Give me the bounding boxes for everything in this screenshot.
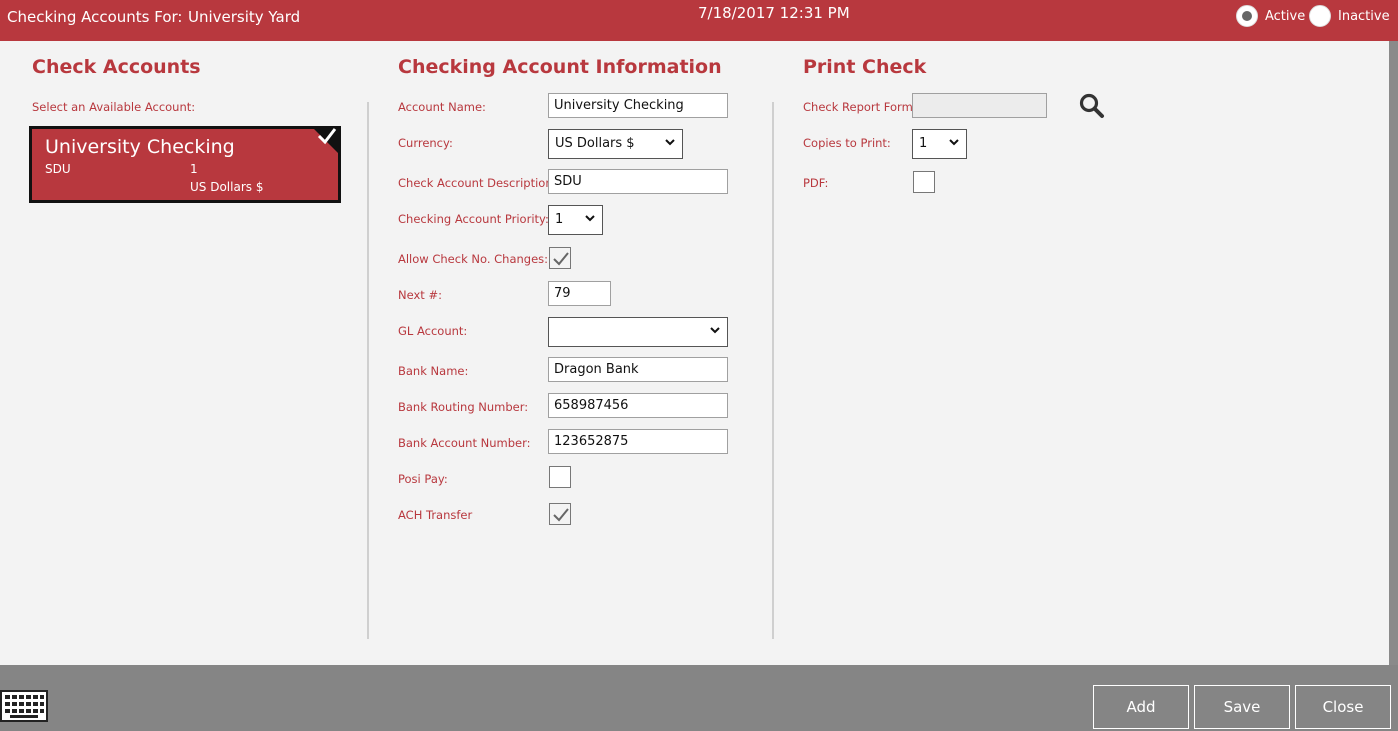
checkmark-icon bbox=[553, 508, 569, 522]
print-check-title: Print Check bbox=[803, 56, 927, 78]
description-label: Check Account Description: bbox=[398, 176, 557, 190]
next-number-label: Next #: bbox=[398, 288, 442, 302]
add-button[interactable]: Add bbox=[1093, 685, 1189, 729]
ach-transfer-checkbox[interactable] bbox=[549, 503, 571, 525]
posi-pay-label: Posi Pay: bbox=[398, 472, 448, 486]
chevron-down-icon bbox=[585, 215, 595, 222]
account-name-label: Account Name: bbox=[398, 100, 486, 114]
account-tile-code: SDU bbox=[45, 162, 71, 176]
report-form-label: Check Report Form: bbox=[803, 100, 917, 114]
pdf-label: PDF: bbox=[803, 176, 829, 190]
inactive-radio[interactable] bbox=[1309, 5, 1331, 27]
posi-pay-checkbox[interactable] bbox=[549, 466, 571, 488]
account-tile-university-checking[interactable]: University Checking SDU 1 US Dollars $ bbox=[29, 126, 341, 203]
chevron-down-icon bbox=[949, 139, 959, 146]
active-radio-label[interactable]: Active bbox=[1265, 9, 1305, 24]
search-icon[interactable] bbox=[1079, 93, 1105, 119]
select-account-label: Select an Available Account: bbox=[32, 100, 196, 114]
currency-select[interactable]: US Dollars $ bbox=[548, 129, 683, 159]
check-accounts-title: Check Accounts bbox=[32, 56, 201, 78]
account-tile-name: University Checking bbox=[45, 136, 235, 158]
copies-select[interactable]: 1 bbox=[912, 129, 967, 159]
account-tile-currency: US Dollars $ bbox=[190, 180, 264, 194]
copies-label: Copies to Print: bbox=[803, 136, 891, 150]
priority-label: Checking Account Priority: bbox=[398, 212, 549, 226]
inactive-radio-label[interactable]: Inactive bbox=[1338, 9, 1390, 24]
priority-value: 1 bbox=[555, 212, 564, 227]
checkmark-icon bbox=[553, 252, 569, 266]
account-number-input[interactable] bbox=[548, 429, 728, 454]
chevron-down-icon bbox=[710, 327, 720, 334]
account-tile-priority: 1 bbox=[190, 162, 198, 176]
priority-select[interactable]: 1 bbox=[548, 205, 603, 235]
allow-changes-label: Allow Check No. Changes: bbox=[398, 252, 549, 266]
checkmark-icon bbox=[317, 127, 337, 150]
ach-transfer-label: ACH Transfer bbox=[398, 508, 473, 522]
bank-name-label: Bank Name: bbox=[398, 364, 469, 378]
account-name-input[interactable] bbox=[548, 93, 728, 118]
pdf-checkbox[interactable] bbox=[913, 171, 935, 193]
allow-changes-checkbox[interactable] bbox=[549, 247, 571, 269]
scrollbar-edge[interactable] bbox=[1389, 41, 1398, 665]
active-radio[interactable] bbox=[1236, 5, 1258, 27]
keyboard-icon[interactable] bbox=[0, 690, 48, 722]
save-button[interactable]: Save bbox=[1194, 685, 1290, 729]
account-info-title: Checking Account Information bbox=[398, 56, 722, 78]
bank-name-input[interactable] bbox=[548, 357, 728, 382]
close-button[interactable]: Close bbox=[1295, 685, 1391, 729]
next-number-input[interactable] bbox=[548, 281, 611, 306]
header-bar: Checking Accounts For: University Yard 7… bbox=[0, 0, 1398, 41]
header-prefix: Checking Accounts For: bbox=[7, 8, 183, 26]
account-number-label: Bank Account Number: bbox=[398, 436, 531, 450]
copies-value: 1 bbox=[919, 136, 928, 151]
currency-value: US Dollars $ bbox=[555, 136, 635, 151]
report-form-input[interactable] bbox=[912, 93, 1047, 118]
column-divider bbox=[367, 102, 369, 639]
column-divider bbox=[772, 102, 774, 639]
gl-account-select[interactable] bbox=[548, 317, 728, 347]
chevron-down-icon bbox=[665, 139, 675, 146]
routing-number-input[interactable] bbox=[548, 393, 728, 418]
header-location-name: University Yard bbox=[188, 8, 301, 26]
description-input[interactable] bbox=[548, 169, 728, 194]
currency-label: Currency: bbox=[398, 136, 453, 150]
routing-number-label: Bank Routing Number: bbox=[398, 400, 529, 414]
footer-bar: Add Save Close bbox=[0, 665, 1398, 731]
gl-account-label: GL Account: bbox=[398, 324, 468, 338]
header-datetime: 7/18/2017 12:31 PM bbox=[698, 4, 850, 22]
